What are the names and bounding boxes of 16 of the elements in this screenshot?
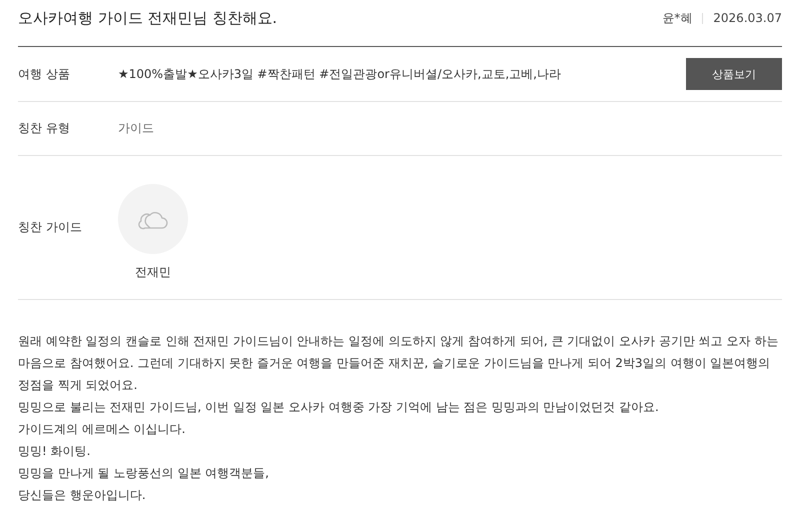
product-name: ★100%출발★오사카3일 #짝찬패턴 #전일관광or유니버셜/오사카,교토,고베,나라 bbox=[118, 66, 562, 82]
review-paragraph: 가이드계의 에르메스 이십니다. bbox=[18, 421, 186, 438]
review-paragraph: 밍밍으로 불리는 전재민 가이드님, 이번 일정 일본 오사카 여행중 가장 기억에 남는 점은 밍밍과의 만남이었던것 같아요. bbox=[18, 399, 660, 416]
row-label: 칭찬 유형 bbox=[18, 120, 71, 137]
view-product-button[interactable]: 상품보기 bbox=[686, 58, 782, 90]
guide-name: 전재민 bbox=[135, 264, 171, 281]
row-label: 칭찬 가이드 bbox=[18, 219, 83, 236]
post-title: 오사카여행 가이드 전재민님 칭찬해요. bbox=[18, 8, 278, 28]
post-date: 2026.03.07 bbox=[713, 11, 782, 25]
review-paragraph: 원래 예약한 일정의 캔슬로 인해 전재민 가이드님이 안내하는 일정에 의도하지 않게 참여하게 되어, 큰 기대없이 오사카 공기만 쐬고 오자 하는 마음으로 참여했어요. 그런데 기대하지 못한 즐거운 여행을 만들어준 재치꾼, 슬기로운 가이드님을 만나게 되어 2박3일의 여행이 일본여행의 정점을 찍게 되었어요. bbox=[18, 333, 780, 394]
review-paragraph: 밍밍을 만나게 될 노랑풍선의 일본 여행객분들, bbox=[18, 465, 270, 482]
row-label: 여행 상품 bbox=[18, 66, 71, 82]
author-name: 윤*혜 bbox=[662, 10, 692, 26]
review-paragraph: 밍밍! 화이팅. bbox=[18, 443, 92, 460]
review-paragraph: 당신들은 행운아입니다. bbox=[18, 487, 147, 504]
row-value: 가이드 bbox=[118, 120, 155, 137]
